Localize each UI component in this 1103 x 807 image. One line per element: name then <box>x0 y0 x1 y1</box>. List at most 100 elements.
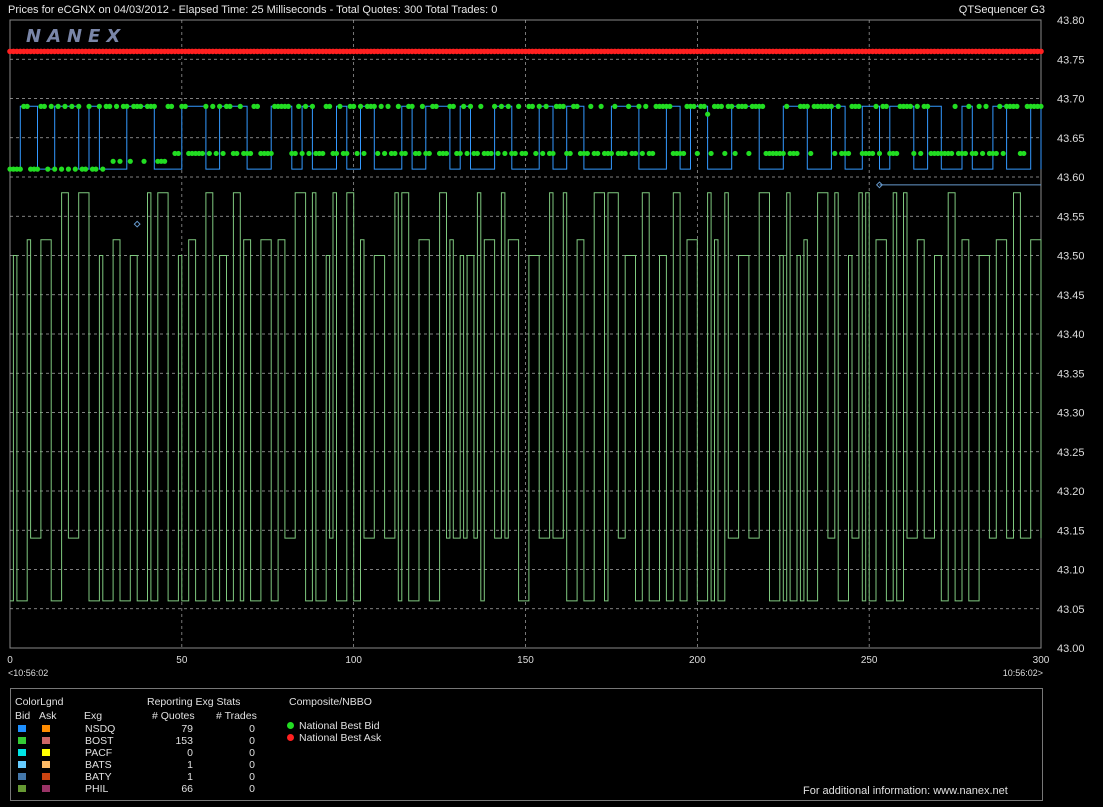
nbb-point <box>502 150 508 157</box>
nbb-point <box>488 150 494 157</box>
legend-quote-count: 0 <box>187 747 193 759</box>
nbb-point <box>292 150 298 157</box>
nbb-point <box>588 103 594 109</box>
nbb-point <box>213 150 219 157</box>
nbb-point <box>217 103 223 109</box>
nbb-point <box>540 150 546 157</box>
nbb-point <box>828 103 834 109</box>
y-tick-label: 43.55 <box>1057 211 1085 223</box>
nbb-point <box>694 150 700 157</box>
legend-ask-swatch <box>42 761 50 768</box>
nbb-point <box>533 150 539 157</box>
nbb-point <box>34 166 41 172</box>
app-name: QTSequencer G3 <box>958 4 1045 16</box>
legend-bid-swatch <box>18 761 26 768</box>
nbb-point <box>333 150 340 157</box>
nbb-point <box>48 103 54 109</box>
nbb-point <box>598 103 604 109</box>
legend-ask-header: Ask <box>39 710 57 722</box>
nbb-point <box>302 103 309 109</box>
nbb-point <box>966 103 972 109</box>
nbb-point <box>320 150 326 157</box>
legend-ask-swatch <box>42 785 50 792</box>
nbb-point <box>632 150 639 157</box>
nbb-point <box>876 150 883 157</box>
nbb-point <box>742 103 749 109</box>
nbb-point <box>835 103 841 109</box>
nbb-point <box>529 103 535 109</box>
legend-quote-count: 1 <box>187 759 193 771</box>
y-tick-label: 43.45 <box>1057 290 1085 302</box>
y-tick-label: 43.40 <box>1057 329 1085 341</box>
legend-exg-name: PACF <box>85 747 113 759</box>
nbb-point <box>952 103 958 109</box>
nbb-point <box>227 103 233 109</box>
nbbo-ask-label: National Best Ask <box>299 732 382 744</box>
nbb-point <box>924 103 931 109</box>
nbb-point <box>550 150 556 157</box>
nbb-point <box>543 103 549 109</box>
legend-stats-title: Reporting Exg Stats <box>147 696 241 708</box>
legend-ask-swatch <box>42 749 50 756</box>
y-tick-label: 43.20 <box>1057 486 1085 498</box>
price-chart: NANEX43.8043.7543.7043.6543.6043.5543.50… <box>7 15 1085 678</box>
nbb-point <box>1021 150 1027 157</box>
nbb-point <box>220 150 226 157</box>
nbb-point <box>17 166 23 172</box>
nbb-point <box>309 103 316 109</box>
nbb-point <box>705 111 711 117</box>
nbb-point <box>306 150 312 157</box>
nbbo-bid-label: National Best Bid <box>299 720 380 732</box>
nbb-point <box>464 150 470 157</box>
nbb-point <box>58 166 65 172</box>
nbb-point <box>746 150 752 157</box>
nbb-point <box>395 103 401 109</box>
y-tick-label: 43.10 <box>1057 565 1085 577</box>
nbb-point <box>296 103 302 109</box>
nbb-point <box>691 103 697 109</box>
nbb-point <box>162 158 168 164</box>
legend-trade-count: 0 <box>249 723 255 735</box>
nbb-point <box>62 103 68 109</box>
legend-quote-count: 153 <box>175 735 193 747</box>
nbb-point <box>86 103 92 109</box>
y-tick-label: 43.35 <box>1057 368 1085 380</box>
y-tick-label: 43.60 <box>1057 172 1085 184</box>
legend-ask-swatch <box>42 773 50 780</box>
nbb-point <box>426 150 432 157</box>
nbb-point <box>667 103 673 109</box>
nbb-point <box>845 150 852 157</box>
y-tick-label: 43.25 <box>1057 447 1085 459</box>
legend-ask-swatch <box>42 725 50 732</box>
nbb-point <box>203 103 209 109</box>
legend-exg-name: BOST <box>85 735 114 747</box>
legend-trades-header: # Trades <box>216 710 257 722</box>
legend-quotes-header: # Quotes <box>152 710 195 722</box>
y-tick-label: 43.70 <box>1057 94 1085 106</box>
nbb-point <box>478 103 484 109</box>
nbb-point <box>137 103 144 109</box>
nbb-point <box>1038 103 1044 109</box>
nbb-point <box>595 150 601 157</box>
nbb-point <box>234 150 240 157</box>
nbb-point <box>911 150 917 157</box>
nbb-point <box>402 150 408 157</box>
nbb-point <box>949 150 955 157</box>
nbb-point <box>760 103 766 109</box>
nbb-point <box>914 103 920 109</box>
nbb-point <box>907 103 914 109</box>
x-tick-label: 250 <box>861 655 878 666</box>
nbbo-bid-dot <box>287 722 294 729</box>
legend-panel: ColorLgnd Bid Ask Exg Reporting Exg Stat… <box>10 688 1043 801</box>
nbb-point <box>141 158 147 164</box>
nbb-point <box>701 103 707 109</box>
nbb-point <box>522 150 529 157</box>
nbb-point <box>498 103 505 109</box>
nbb-point <box>584 150 590 157</box>
nbb-point <box>127 158 133 164</box>
nbb-point <box>639 150 645 157</box>
nanex-logo: NANEX <box>26 26 126 47</box>
x-tick-label: 100 <box>345 655 362 666</box>
legend-trade-count: 0 <box>249 759 255 771</box>
nbb-point <box>976 103 982 109</box>
